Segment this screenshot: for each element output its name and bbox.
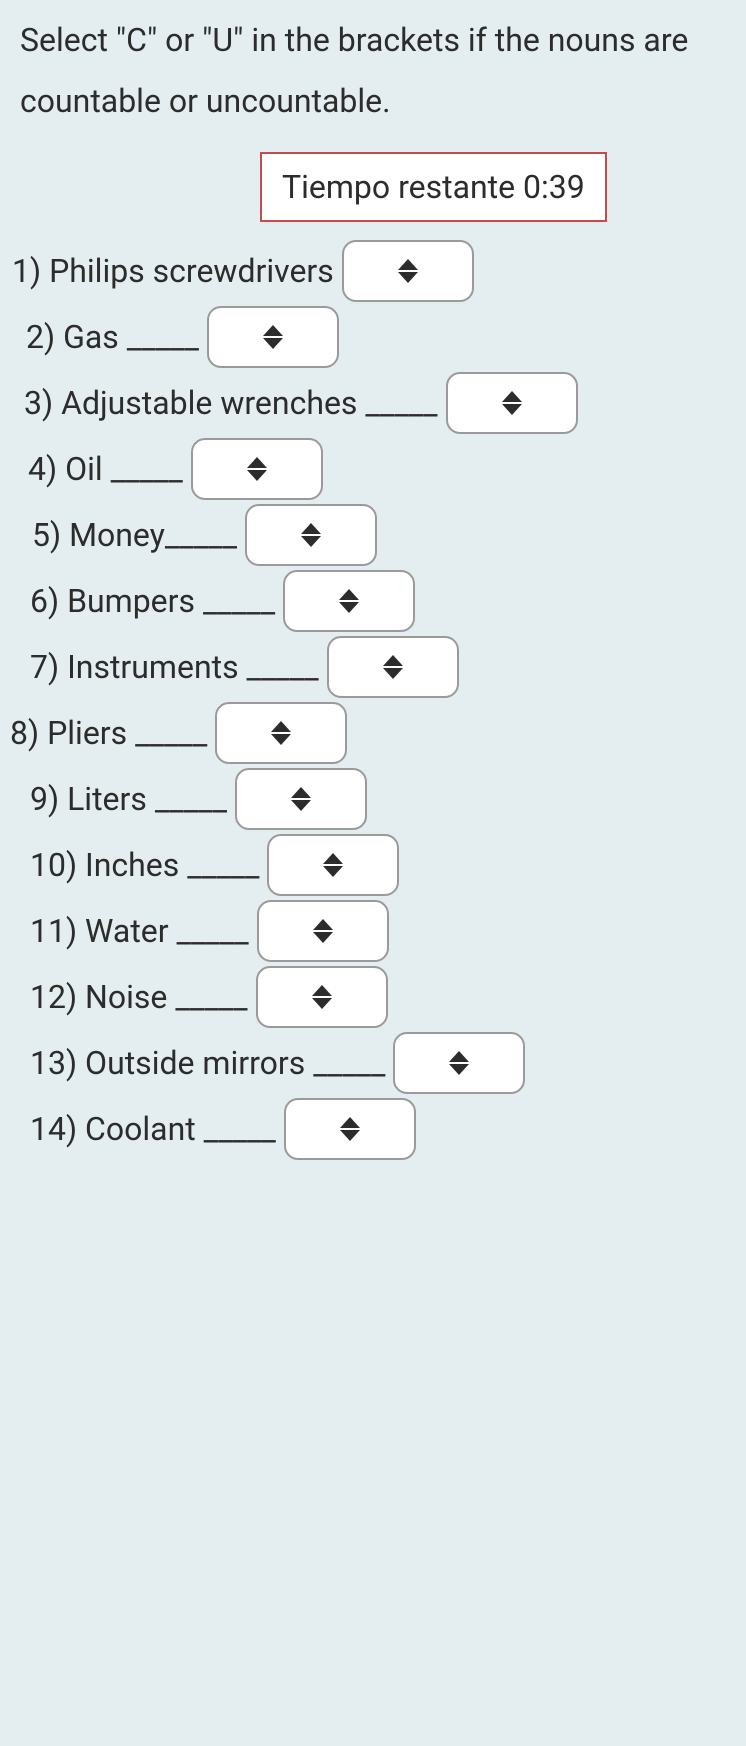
chevron-updown-icon <box>398 259 418 283</box>
question-row: 13) Outside mirrors _____ <box>10 1032 746 1094</box>
select-q9[interactable] <box>235 768 367 830</box>
chevron-updown-icon <box>502 391 522 415</box>
select-q10[interactable] <box>267 834 399 896</box>
chevron-updown-icon <box>301 523 321 547</box>
select-q3[interactable] <box>446 372 578 434</box>
chevron-updown-icon <box>383 655 403 679</box>
instructions-text: Select "C" or "U" in the brackets if the… <box>10 10 746 152</box>
select-q11[interactable] <box>257 900 389 962</box>
question-label: 14) Coolant _____ <box>30 1110 280 1148</box>
chevron-updown-icon <box>339 589 359 613</box>
question-label: 7) Instruments _____ <box>30 648 323 686</box>
select-q4[interactable] <box>191 438 323 500</box>
question-label: 11) Water _____ <box>30 912 253 950</box>
question-label: 3) Adjustable wrenches _____ <box>24 384 442 422</box>
question-label: 6) Bumpers _____ <box>30 582 279 620</box>
question-row: 2) Gas _____ <box>10 306 746 368</box>
select-q14[interactable] <box>284 1098 416 1160</box>
chevron-updown-icon <box>291 787 311 811</box>
chevron-updown-icon <box>312 985 332 1009</box>
question-label: 2) Gas _____ <box>26 318 203 356</box>
select-q1[interactable] <box>342 240 474 302</box>
question-row: 1) Philips screwdrivers <box>10 240 746 302</box>
timer-value: 0:39 <box>523 168 585 206</box>
question-row: 3) Adjustable wrenches _____ <box>10 372 746 434</box>
question-label: 1) Philips screwdrivers <box>12 252 338 290</box>
chevron-updown-icon <box>313 919 333 943</box>
question-row: 11) Water _____ <box>10 900 746 962</box>
question-label: 8) Pliers _____ <box>10 714 211 752</box>
question-label: 10) Inches _____ <box>30 846 263 884</box>
chevron-updown-icon <box>263 325 283 349</box>
select-q5[interactable] <box>245 504 377 566</box>
select-q6[interactable] <box>283 570 415 632</box>
question-label: 12) Noise _____ <box>30 978 252 1016</box>
select-q12[interactable] <box>256 966 388 1028</box>
timer-box: Tiempo restante 0:39 <box>260 152 607 222</box>
question-row: 8) Pliers _____ <box>10 702 746 764</box>
select-q13[interactable] <box>393 1032 525 1094</box>
question-row: 12) Noise _____ <box>10 966 746 1028</box>
question-label: 5) Money_____ <box>32 516 241 554</box>
question-row: 6) Bumpers _____ <box>10 570 746 632</box>
question-row: 7) Instruments _____ <box>10 636 746 698</box>
chevron-updown-icon <box>323 853 343 877</box>
question-row: 14) Coolant _____ <box>10 1098 746 1160</box>
question-label: 9) Liters _____ <box>30 780 231 818</box>
question-row: 10) Inches _____ <box>10 834 746 896</box>
select-q8[interactable] <box>215 702 347 764</box>
chevron-updown-icon <box>271 721 291 745</box>
chevron-updown-icon <box>449 1051 469 1075</box>
question-row: 9) Liters _____ <box>10 768 746 830</box>
question-row: 4) Oil _____ <box>10 438 746 500</box>
question-row: 5) Money_____ <box>10 504 746 566</box>
timer-label: Tiempo restante <box>282 168 515 206</box>
chevron-updown-icon <box>340 1117 360 1141</box>
select-q7[interactable] <box>327 636 459 698</box>
question-label: 4) Oil _____ <box>28 450 187 488</box>
questions-list: 1) Philips screwdrivers 2) Gas _____ 3) … <box>10 240 746 1160</box>
select-q2[interactable] <box>207 306 339 368</box>
question-label: 13) Outside mirrors _____ <box>30 1044 389 1082</box>
chevron-updown-icon <box>247 457 267 481</box>
